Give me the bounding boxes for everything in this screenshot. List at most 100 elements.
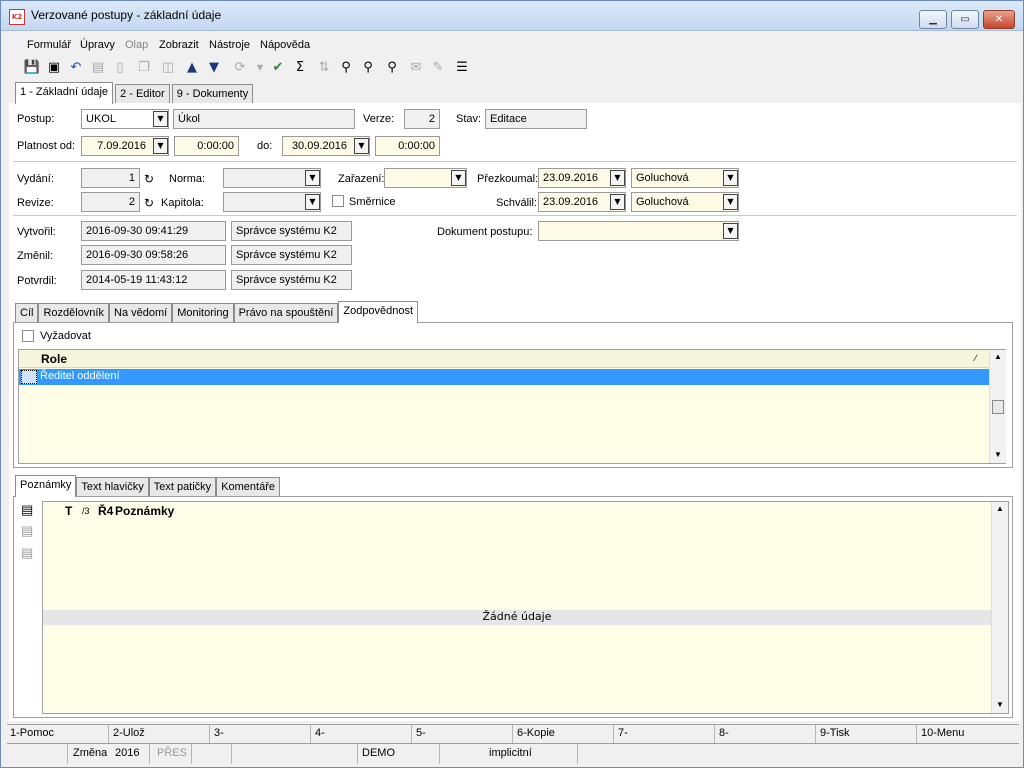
tab-zodpovednost[interactable]: Zodpovědnost <box>338 301 419 323</box>
dokument-field[interactable] <box>538 221 739 241</box>
dropdown-arrow-icon[interactable]: ▼ <box>251 59 269 77</box>
menu-napoveda[interactable]: Nápověda <box>260 39 310 51</box>
tab-cil[interactable]: Cíl <box>15 303 39 323</box>
fkey-4[interactable]: 4- <box>315 727 325 739</box>
add-note-icon[interactable]: ▤ <box>21 502 33 518</box>
find-next-icon[interactable]: ⚲ <box>359 59 377 77</box>
scroll-down-icon[interactable]: ▼ <box>996 700 1004 709</box>
zarazeni-dropdown-icon[interactable]: ▼ <box>451 170 466 186</box>
tab-zakladni-udaje[interactable]: 1 - Základní údaje <box>15 82 114 104</box>
fkey-6[interactable]: 6-Kopie <box>517 727 555 739</box>
tab-editor[interactable]: 2 - Editor <box>115 84 170 104</box>
fkey-1[interactable]: 1-Pomoc <box>10 727 54 739</box>
role-grid-scrollbar[interactable]: ▲ ▼ <box>989 350 1006 463</box>
revize-reset-icon[interactable]: ↻ <box>144 196 154 210</box>
fkey-5[interactable]: 5- <box>416 727 426 739</box>
mail-icon[interactable]: ✉ <box>407 59 425 77</box>
fkey-3[interactable]: 3- <box>214 727 224 739</box>
tab-na-vedomi[interactable]: Na vědomí <box>109 303 173 323</box>
maximize-button[interactable]: ▭ <box>951 10 979 29</box>
tab-monitoring[interactable]: Monitoring <box>172 303 234 323</box>
tab-pravo-na-spousteni[interactable]: Právo na spouštění <box>233 303 339 323</box>
prezkoumal-date-dropdown-icon[interactable]: ▼ <box>610 170 625 186</box>
save-icon[interactable]: 💾 <box>23 59 41 77</box>
refresh-icon[interactable]: ⟳ <box>231 59 249 77</box>
vytvoril-timestamp-field: 2016-09-30 09:41:29 <box>81 221 226 241</box>
menu-olap[interactable]: Olap <box>125 39 148 51</box>
copy-icon[interactable]: ❐ <box>135 59 153 77</box>
menu-zobrazit[interactable]: Zobrazit <box>159 39 199 51</box>
status-db: DEMO <box>362 747 395 759</box>
vyzadovat-checkbox[interactable] <box>22 330 34 342</box>
do-label: do: <box>257 140 273 152</box>
notes-col-r[interactable]: Ř4 <box>98 504 113 518</box>
sum-icon[interactable]: Σ <box>291 59 309 77</box>
status-pres: PŘES <box>157 747 187 759</box>
kapitola-label: Kapitola: <box>161 197 204 209</box>
new-document-icon[interactable]: ▯ <box>111 59 129 77</box>
fkey-10[interactable]: 10-Menu <box>921 727 964 739</box>
tab-poznamky[interactable]: Poznámky <box>15 475 77 497</box>
scroll-up-icon[interactable]: ▲ <box>994 352 1002 361</box>
tab-dokumenty[interactable]: 9 - Dokumenty <box>171 84 254 104</box>
do-time-field[interactable]: 0:00:00 <box>375 136 440 156</box>
close-button[interactable]: ✕ <box>983 10 1015 29</box>
scroll-down-icon[interactable]: ▼ <box>994 450 1002 459</box>
norma-dropdown-icon[interactable]: ▼ <box>305 170 320 186</box>
vydani-reset-icon[interactable]: ↻ <box>144 172 154 186</box>
do-date-dropdown-icon[interactable]: ▼ <box>354 138 369 154</box>
dokument-label: Dokument postupu: <box>437 226 533 238</box>
notes-col-sort[interactable]: /3 <box>82 506 90 516</box>
fkey-8[interactable]: 8- <box>719 727 729 739</box>
table-row[interactable]: Ředitel oddělení <box>19 369 989 385</box>
smernice-checkbox[interactable] <box>332 195 344 207</box>
notes-grid: T /3 Ř4 Poznámky Žádné údaje ▲ ▼ <box>42 501 1009 714</box>
norma-label: Norma: <box>169 173 206 185</box>
open-icon[interactable]: ▤ <box>89 59 107 77</box>
platnost-od-date-dropdown-icon[interactable]: ▼ <box>153 138 168 154</box>
book-icon[interactable]: ◫ <box>159 59 177 77</box>
menu-formular[interactable]: Formulář <box>27 39 71 51</box>
binoculars-icon[interactable]: ⚲ <box>337 59 355 77</box>
schvalil-name-dropdown-icon[interactable]: ▼ <box>723 194 738 210</box>
edit-note-icon[interactable]: ▤ <box>21 523 33 539</box>
minimize-button[interactable]: ▁ <box>919 10 947 29</box>
platnost-od-time-field[interactable]: 0:00:00 <box>174 136 239 156</box>
schvalil-date-dropdown-icon[interactable]: ▼ <box>610 194 625 210</box>
notes-column-header[interactable]: Poznámky <box>115 504 174 518</box>
tab-text-hlavicky[interactable]: Text hlavičky <box>76 477 149 497</box>
fkey-2[interactable]: 2-Ulož <box>113 727 145 739</box>
delete-note-icon[interactable]: ▤ <box>21 545 33 561</box>
save-as-icon[interactable]: ▣ <box>45 59 63 77</box>
arrow-down-icon[interactable]: ▼ <box>205 59 223 77</box>
dokument-dropdown-icon[interactable]: ▼ <box>723 223 738 239</box>
role-column-header[interactable]: Role <box>41 352 67 366</box>
filter-icon[interactable]: ✔ <box>269 59 287 77</box>
fkey-7[interactable]: 7- <box>618 727 628 739</box>
find-prev-icon[interactable]: ⚲ <box>383 59 401 77</box>
kapitola-dropdown-icon[interactable]: ▼ <box>305 194 320 210</box>
vyzadovat-label: Vyžadovat <box>40 330 91 342</box>
tab-komentare[interactable]: Komentáře <box>216 477 280 497</box>
postup-dropdown-icon[interactable]: ▼ <box>153 111 168 127</box>
separator <box>13 161 1017 162</box>
role-grid: Role ⁄ Ředitel oddělení ▲ ▼ <box>18 349 1006 464</box>
edit-icon[interactable]: ✎ <box>429 59 447 77</box>
list-menu-icon[interactable]: ☰ <box>453 59 471 77</box>
prezkoumal-name-dropdown-icon[interactable]: ▼ <box>723 170 738 186</box>
arrow-up-icon[interactable]: ▲ <box>183 59 201 77</box>
menu-upravy[interactable]: Úpravy <box>80 39 115 51</box>
scroll-up-icon[interactable]: ▲ <box>996 504 1004 513</box>
notes-grid-scrollbar[interactable]: ▲ ▼ <box>991 502 1008 713</box>
menu-nastroje[interactable]: Nástroje <box>209 39 250 51</box>
vydani-field: 1 <box>81 168 140 188</box>
sub-tabs: Cíl Rozdělovník Na vědomí Monitoring Prá… <box>15 301 419 323</box>
sort-icon[interactable]: ⇅ <box>315 59 333 77</box>
status-year: 2016 <box>115 747 140 759</box>
undo-icon[interactable]: ↶ <box>67 59 85 77</box>
fkey-9[interactable]: 9-Tisk <box>820 727 850 739</box>
tab-text-paticky[interactable]: Text patičky <box>148 477 217 497</box>
scroll-thumb[interactable] <box>992 400 1004 414</box>
tab-rozdelovnik[interactable]: Rozdělovník <box>38 303 109 323</box>
notes-col-t[interactable]: T <box>65 504 72 518</box>
